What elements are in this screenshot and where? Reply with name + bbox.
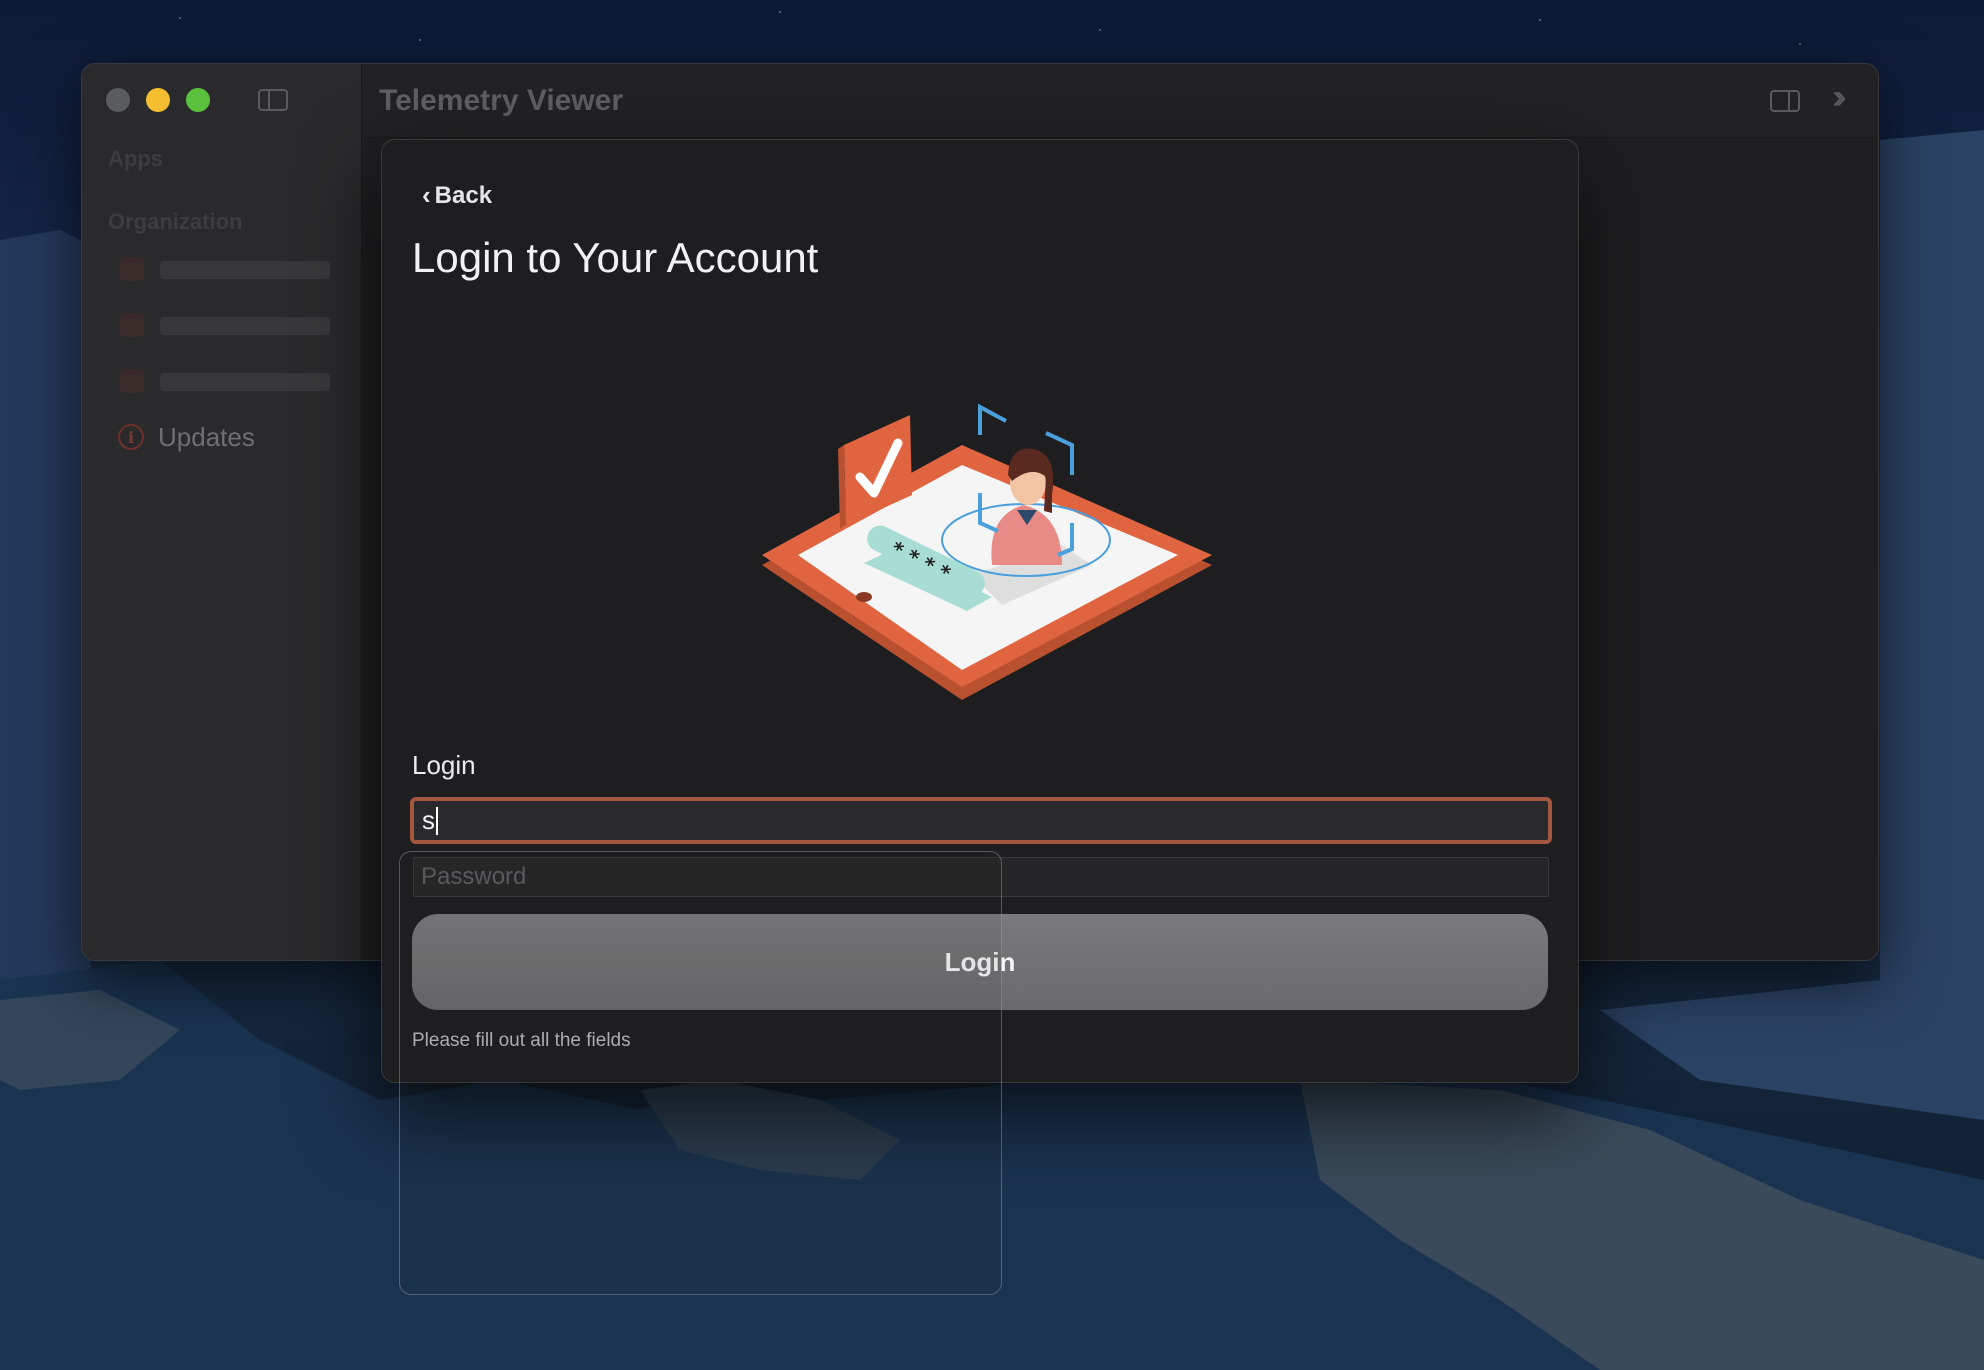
sidebar-placeholder-row [120,313,330,337]
sidebar-placeholder-row [120,369,330,393]
window-minimize-button[interactable] [146,88,170,112]
page-title: Login to Your Account [412,234,819,281]
window-zoom-button[interactable] [186,88,210,112]
login-input[interactable]: s [410,797,1552,844]
back-button[interactable]: ‹ Back [422,180,492,211]
text-caret [436,806,438,835]
sidebar: Apps Organization i Updates [82,64,362,960]
window-title: Telemetry Viewer [379,84,624,117]
sidebar-toggle-icon[interactable] [258,89,288,111]
sidebar-section-apps: Apps [108,146,163,171]
window-close-button[interactable] [106,88,130,112]
login-illustration: * * * * [762,403,1212,700]
chevron-double-right-icon[interactable]: ›› [1832,78,1846,117]
sidebar-section-organization: Organization [108,209,243,234]
chevron-left-icon: ‹ [422,180,431,210]
sidebar-item-updates[interactable]: i Updates [118,421,255,453]
sidebar-placeholder-row [120,257,330,281]
sidebar-item-label: Updates [158,421,255,452]
login-field-label: Login [412,750,476,780]
login-input-value: s [422,805,435,835]
info-circle-icon: i [118,424,144,450]
inspector-toggle-icon[interactable] [1770,90,1800,112]
back-label: Back [434,181,493,209]
autofill-popover [399,851,1002,1295]
toolbar-divider [362,137,1878,138]
